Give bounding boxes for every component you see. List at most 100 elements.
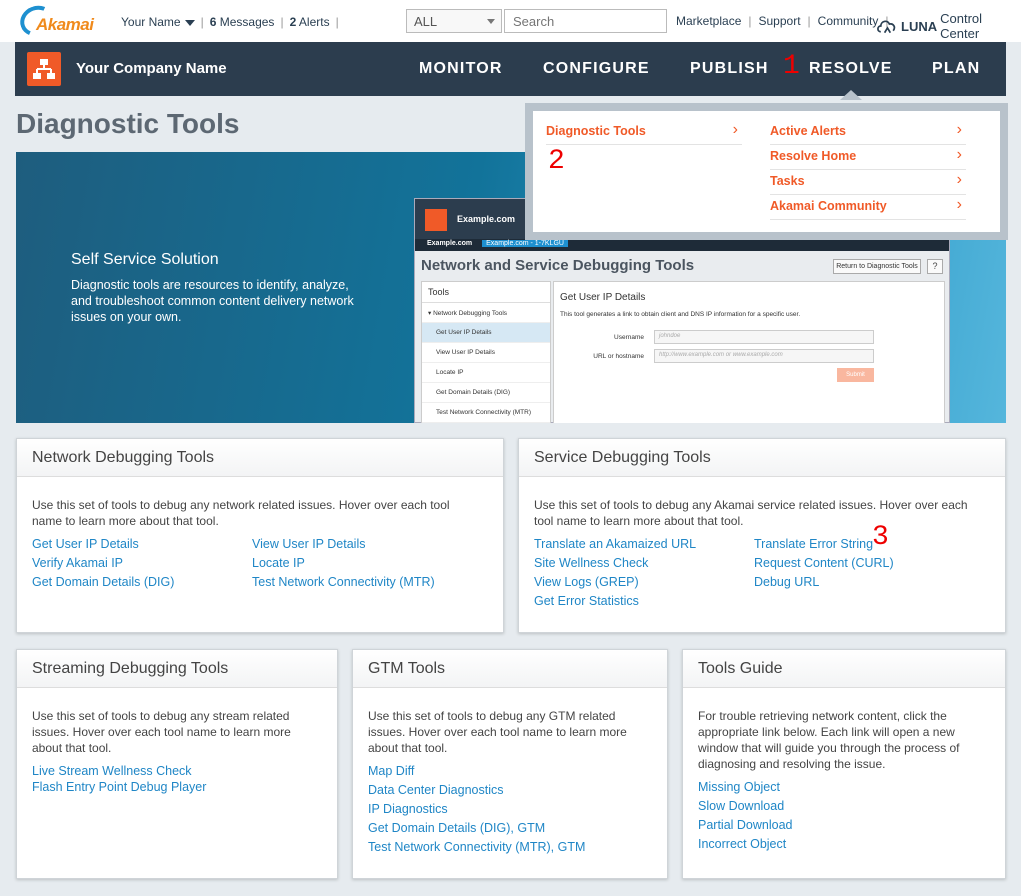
card-description: Use this set of tools to debug any strea… <box>32 709 291 755</box>
divider: | <box>200 15 204 29</box>
link-debug-url[interactable]: Debug URL <box>754 575 819 589</box>
menu-item-label: Tasks <box>770 174 805 188</box>
network-debugging-card: Network Debugging Tools Use this set of … <box>16 438 504 633</box>
divider: | <box>335 15 339 29</box>
preview-tool-item: ▾ Network Debugging Tools <box>422 303 550 323</box>
menu-item-label: Resolve Home <box>770 149 857 163</box>
resolve-dropdown-menu: Diagnostic Tools › Active Alerts › Resolve… <box>525 103 1008 240</box>
card-description: Use this set of tools to debug any Akama… <box>534 498 968 528</box>
link-data-center-diagnostics[interactable]: Data Center Diagnostics <box>368 783 503 797</box>
community-link[interactable]: Community <box>818 14 879 28</box>
menu-item-label: Diagnostic Tools <box>546 124 646 138</box>
alerts-link[interactable]: 2 Alerts <box>290 15 330 29</box>
messages-link[interactable]: 6 Messages <box>210 15 275 29</box>
luna-control-center-logo[interactable]: LUNA Control Center <box>876 11 1021 41</box>
link-get-domain-details-gtm[interactable]: Get Domain Details (DIG), GTM <box>368 821 545 835</box>
chevron-right-icon: › <box>956 146 962 163</box>
marketplace-link[interactable]: Marketplace <box>676 14 741 28</box>
preview-tool-item: Test Network Connectivity (MTR) <box>422 403 550 423</box>
top-utility-bar: Akamai Your Name | 6 Messages | 2 Alerts… <box>0 0 1021 42</box>
preview-submit-button: Submit <box>837 368 874 382</box>
chevron-right-icon: › <box>956 196 962 213</box>
akamai-logo[interactable]: Akamai <box>15 1 98 41</box>
preview-help-icon: ? <box>927 259 943 274</box>
preview-crumb-root: Example.com <box>427 240 473 247</box>
link-translate-error-string[interactable]: Translate Error String <box>754 537 873 551</box>
link-partial-download[interactable]: Partial Download <box>698 818 793 832</box>
user-name: Your Name <box>121 15 181 29</box>
link-get-error-statistics[interactable]: Get Error Statistics <box>534 594 639 608</box>
preview-username-field: johndoe <box>654 330 874 344</box>
dropdown-pointer <box>840 90 862 100</box>
cloud-icon <box>877 20 896 34</box>
nav-publish[interactable]: PUBLISH <box>690 60 769 78</box>
link-view-logs[interactable]: View Logs (GREP) <box>534 575 639 589</box>
hero-title: Self Service Solution <box>71 251 219 268</box>
nav-plan[interactable]: PLAN <box>932 60 980 78</box>
card-title: Network Debugging Tools <box>17 439 503 477</box>
link-get-domain-details[interactable]: Get Domain Details (DIG) <box>32 575 174 589</box>
annotation-marker-3: 3 <box>872 522 889 553</box>
link-test-network-connectivity[interactable]: Test Network Connectivity (MTR) <box>252 575 435 589</box>
nav-resolve[interactable]: RESOLVE <box>809 60 893 78</box>
menu-item-tasks[interactable]: Tasks › <box>770 170 966 195</box>
preview-username-label: Username <box>614 334 644 341</box>
company-sitemap-icon[interactable] <box>27 52 61 86</box>
divider: | <box>280 15 284 29</box>
menu-item-resolve-home[interactable]: Resolve Home › <box>770 145 966 170</box>
preview-title: Network and Service Debugging Tools <box>421 257 695 274</box>
link-get-user-ip-details[interactable]: Get User IP Details <box>32 537 139 551</box>
link-test-network-connectivity-gtm[interactable]: Test Network Connectivity (MTR), GTM <box>368 840 585 854</box>
streaming-debugging-card: Streaming Debugging Tools Use this set o… <box>16 649 338 879</box>
search-input[interactable] <box>504 9 667 33</box>
card-description: For trouble retrieving network content, … <box>698 709 960 771</box>
link-site-wellness-check[interactable]: Site Wellness Check <box>534 556 648 570</box>
logo-text: Akamai <box>36 15 94 34</box>
link-request-content[interactable]: Request Content (CURL) <box>754 556 894 570</box>
card-title: Streaming Debugging Tools <box>17 650 337 688</box>
preview-return-button: Return to Diagnostic Tools <box>833 259 921 274</box>
preview-tools-list: Tools ▾ Network Debugging Tools Get User… <box>421 281 551 423</box>
link-flash-entry-point-debug-player[interactable]: Flash Entry Point Debug Player <box>32 780 206 794</box>
menu-item-akamai-community[interactable]: Akamai Community › <box>770 195 966 220</box>
annotation-marker-2: 2 <box>548 146 565 177</box>
card-description: Use this set of tools to debug any GTM r… <box>368 709 627 755</box>
link-locate-ip[interactable]: Locate IP <box>252 556 305 570</box>
link-slow-download[interactable]: Slow Download <box>698 799 784 813</box>
alerts-label: Alerts <box>296 15 330 29</box>
user-menu[interactable]: Your Name <box>121 15 195 29</box>
chevron-right-icon: › <box>956 171 962 188</box>
card-title: GTM Tools <box>353 650 667 688</box>
divider: | <box>807 14 811 28</box>
service-debugging-card: Service Debugging Tools Use this set of … <box>518 438 1006 633</box>
preview-panel-title: Get User IP Details <box>560 292 646 303</box>
card-title: Service Debugging Tools <box>519 439 1005 477</box>
link-verify-akamai-ip[interactable]: Verify Akamai IP <box>32 556 123 570</box>
preview-tool-item: Get User IP Details <box>422 323 550 343</box>
menu-item-diagnostic-tools[interactable]: Diagnostic Tools › <box>546 120 742 145</box>
gtm-tools-card: GTM Tools Use this set of tools to debug… <box>352 649 668 879</box>
link-map-diff[interactable]: Map Diff <box>368 764 414 778</box>
link-view-user-ip-details[interactable]: View User IP Details <box>252 537 365 551</box>
company-name[interactable]: Your Company Name <box>76 60 227 77</box>
user-links: Your Name | 6 Messages | 2 Alerts | <box>121 15 345 29</box>
nav-monitor[interactable]: MONITOR <box>419 60 503 78</box>
tools-guide-card: Tools Guide For trouble retrieving netwo… <box>682 649 1006 879</box>
link-live-stream-wellness-check[interactable]: Live Stream Wellness Check <box>32 764 192 778</box>
link-incorrect-object[interactable]: Incorrect Object <box>698 837 786 851</box>
link-translate-akamaized-url[interactable]: Translate an Akamaized URL <box>534 537 696 551</box>
support-link[interactable]: Support <box>759 14 801 28</box>
chevron-down-icon <box>487 19 495 24</box>
nav-configure[interactable]: CONFIGURE <box>543 60 650 78</box>
link-missing-object[interactable]: Missing Object <box>698 780 780 794</box>
page-title: Diagnostic Tools <box>16 108 240 139</box>
chevron-right-icon: › <box>732 121 738 138</box>
preview-tool-item: Locate IP <box>422 363 550 383</box>
search-scope-select[interactable]: ALL <box>406 9 502 33</box>
preview-tools-header: Tools <box>422 282 550 303</box>
preview-tool-item: View User IP Details <box>422 343 550 363</box>
link-ip-diagnostics[interactable]: IP Diagnostics <box>368 802 448 816</box>
divider: | <box>748 14 752 28</box>
messages-label: Messages <box>216 15 275 29</box>
menu-item-active-alerts[interactable]: Active Alerts › <box>770 120 966 145</box>
